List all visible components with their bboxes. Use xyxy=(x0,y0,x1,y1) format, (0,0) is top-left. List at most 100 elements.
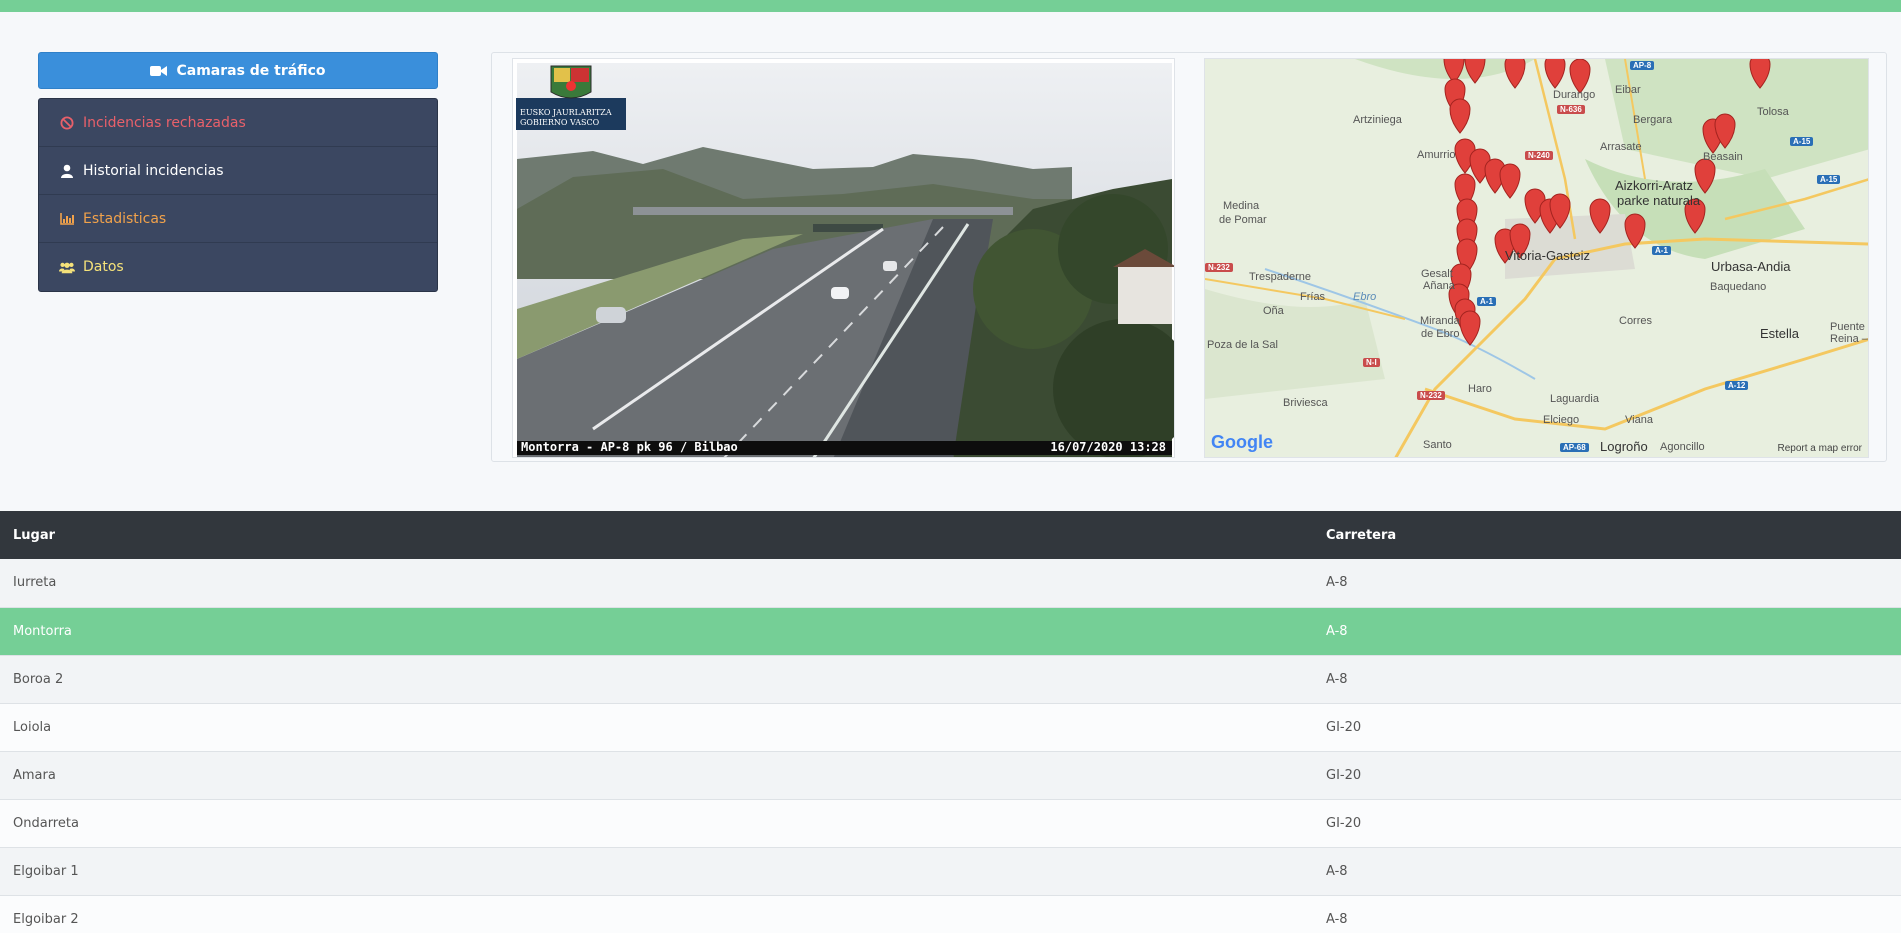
google-logo: Google xyxy=(1211,432,1273,452)
cameras-table: Lugar Carretera Iurreta A-8 Montorra A-8… xyxy=(0,511,1901,933)
column-header-carretera: Carretera xyxy=(1326,527,1397,543)
map-label-beasain: Beasain xyxy=(1703,151,1743,163)
table-row[interactable]: Amara GI-20 xyxy=(0,751,1901,799)
menu-item-data[interactable]: Datos xyxy=(39,243,437,291)
road-shield-a1-2: A-1 xyxy=(1477,297,1496,306)
menu-item-label: Estadisticas xyxy=(83,210,167,227)
table-row[interactable]: Elgoibar 2 A-8 xyxy=(0,895,1901,933)
cell-lugar: Loiola xyxy=(13,719,52,735)
cell-carretera: A-8 xyxy=(1326,911,1348,927)
road-shield-a15: A-15 xyxy=(1790,137,1814,146)
map-label-ona: Oña xyxy=(1263,305,1284,317)
map-label-poza: Poza de la Sal xyxy=(1207,339,1278,351)
cell-carretera: A-8 xyxy=(1326,623,1348,639)
road-shield-a15-2: A-15 xyxy=(1817,175,1841,184)
map-label-baquedano: Baquedano xyxy=(1710,281,1767,293)
map-label-logrono: Logroño xyxy=(1600,439,1648,454)
table-row[interactable]: Elgoibar 1 A-8 xyxy=(0,847,1901,895)
logo-line-1: EUSKO JAURLARITZA xyxy=(520,108,612,117)
basque-government-logo: EUSKO JAURLARITZA GOBIERNO VASCO xyxy=(516,62,626,130)
map-label-anana: Añana xyxy=(1423,280,1455,292)
menu-item-label: Datos xyxy=(83,259,124,275)
road-shield-n240: N-240 xyxy=(1525,151,1553,160)
menu-item-label: Historial incidencias xyxy=(83,162,224,179)
map-label-eibar: Eibar xyxy=(1615,84,1641,96)
media-card: EUSKO JAURLARITZA GOBIERNO VASCO Montorr… xyxy=(491,52,1887,462)
chart-icon xyxy=(59,211,75,227)
traffic-cameras-button[interactable]: Camaras de tráfico xyxy=(38,52,438,89)
cell-carretera: A-8 xyxy=(1326,863,1348,879)
road-shield-n1: N-I xyxy=(1363,358,1380,367)
map-label-gesalt: Gesalt xyxy=(1421,268,1453,280)
map-label-amurrio: Amurrio xyxy=(1417,149,1456,161)
table-row[interactable]: Iurreta A-8 xyxy=(0,559,1901,607)
map-label-puente-1: Puente xyxy=(1830,321,1865,333)
map-label-medina-2: de Pomar xyxy=(1219,214,1267,226)
cameras-table-container: Lugar Carretera Iurreta A-8 Montorra A-8… xyxy=(0,511,1901,933)
map-label-medina-1: Medina xyxy=(1223,200,1260,212)
camera-timestamp-caption: 16/07/2020 13:28 xyxy=(1050,440,1166,454)
users-icon xyxy=(59,259,75,275)
cell-carretera: GI-20 xyxy=(1326,767,1362,783)
map-label-puente-2: Reina – G xyxy=(1830,333,1868,345)
traffic-cameras-label: Camaras de tráfico xyxy=(176,62,326,79)
menu-item-rejected-incidents[interactable]: Incidencias rechazadas xyxy=(39,99,437,147)
map-label-arrasate: Arrasate xyxy=(1600,141,1642,153)
table-header-row: Lugar Carretera xyxy=(0,511,1901,559)
map-label-durango: Durango xyxy=(1553,89,1596,101)
cell-lugar: Elgoibar 1 xyxy=(13,863,79,879)
map-label-aizkorri: Aizkorri-Aratz xyxy=(1615,178,1694,193)
map-label-artziniega: Artziniega xyxy=(1353,114,1402,126)
table-row[interactable]: Ondarreta GI-20 xyxy=(0,799,1901,847)
road-shield-a1: A-1 xyxy=(1652,246,1671,255)
top-accent-bar xyxy=(0,0,1901,12)
cell-lugar: Amara xyxy=(13,767,56,783)
map-label-trespaderne: Trespaderne xyxy=(1249,271,1311,283)
camera-location-caption: Montorra - AP-8 pk 96 / Bilbao xyxy=(521,440,738,454)
map-label-tolosa: Tolosa xyxy=(1757,106,1789,118)
road-shield-n636: N-636 xyxy=(1557,105,1585,114)
sidebar-menu: Incidencias rechazadas Historial inciden… xyxy=(38,98,438,292)
map-label-ebro: Ebro xyxy=(1353,291,1377,303)
ban-icon xyxy=(59,115,75,131)
map-label-viana: Viana xyxy=(1625,414,1653,426)
cell-lugar: Iurreta xyxy=(13,575,57,591)
cell-lugar: Elgoibar 2 xyxy=(13,911,79,927)
cell-carretera: A-8 xyxy=(1326,671,1348,687)
road-shield-a12: A-12 xyxy=(1725,381,1749,390)
traffic-camera-image: EUSKO JAURLARITZA GOBIERNO VASCO Montorr… xyxy=(512,58,1175,458)
map-label-haro: Haro xyxy=(1468,383,1492,395)
cell-carretera: A-8 xyxy=(1326,575,1348,591)
map-label-estella: Estella xyxy=(1760,326,1800,341)
road-shield-ap68: AP-68 xyxy=(1560,443,1589,452)
menu-item-statistics[interactable]: Estadisticas xyxy=(39,195,437,243)
cell-lugar: Ondarreta xyxy=(13,815,79,831)
map-label-corres: Corres xyxy=(1619,315,1653,327)
cell-carretera: GI-20 xyxy=(1326,815,1362,831)
road-shield-n232: N-232 xyxy=(1205,263,1233,272)
video-camera-icon xyxy=(150,65,168,76)
menu-item-incident-history[interactable]: Historial incidencias xyxy=(39,147,437,195)
logo-line-2: GOBIERNO VASCO xyxy=(520,118,600,127)
road-shield-ap8: AP-8 xyxy=(1630,61,1655,70)
column-header-lugar: Lugar xyxy=(13,527,56,543)
map-label-gasteiz: Vitoria-Gasteiz xyxy=(1505,248,1591,263)
table-row-selected[interactable]: Montorra A-8 xyxy=(0,607,1901,655)
cell-lugar: Boroa 2 xyxy=(13,671,64,687)
map-label-aizkorri-2: parke naturala xyxy=(1617,193,1701,208)
map-label-briviesca: Briviesca xyxy=(1283,397,1328,409)
map-label-laguardia: Laguardia xyxy=(1550,393,1599,405)
table-row[interactable]: Boroa 2 A-8 xyxy=(0,655,1901,703)
map-label-frias: Frías xyxy=(1300,291,1326,303)
map-label-miranda-1: Miranda xyxy=(1420,315,1460,327)
map-label-miranda-2: de Ebro xyxy=(1421,328,1460,340)
map-label-agoncillo: Agoncillo xyxy=(1660,441,1705,453)
map-label-elciego: Elciego xyxy=(1543,414,1580,426)
report-map-error-link[interactable]: Report a map error xyxy=(1778,443,1862,454)
table-row[interactable]: Loiola GI-20 xyxy=(0,703,1901,751)
cell-carretera: GI-20 xyxy=(1326,719,1362,735)
user-icon xyxy=(59,163,75,179)
cameras-map[interactable]: Artziniega Amurrio Durango Eibar Bergara… xyxy=(1204,58,1869,458)
map-label-santo: Santo xyxy=(1423,439,1452,451)
cell-lugar: Montorra xyxy=(13,623,72,639)
